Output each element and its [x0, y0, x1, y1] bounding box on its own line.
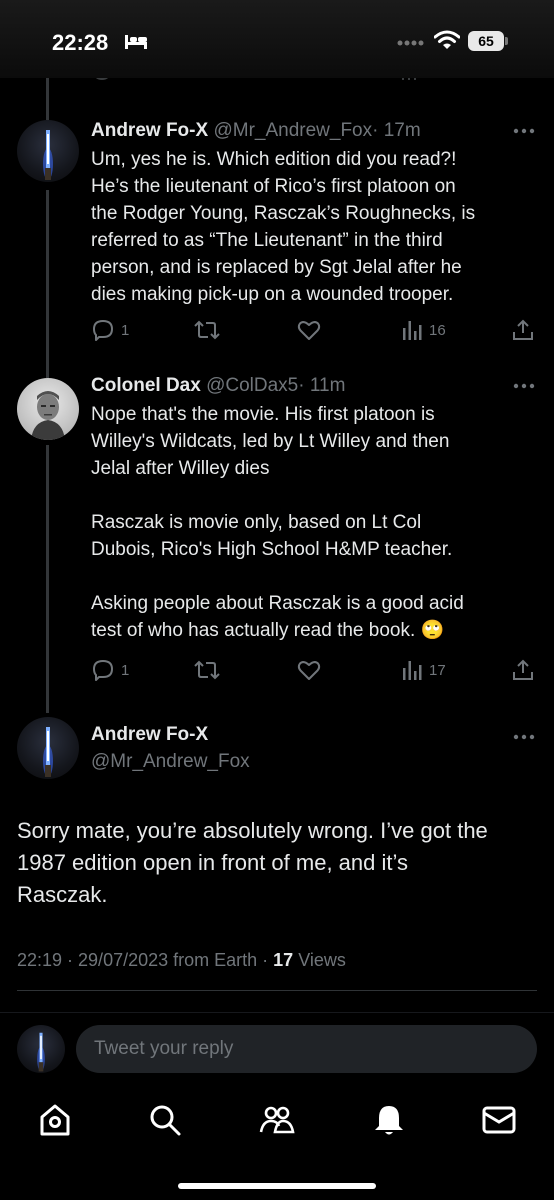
- tweet-header: Colonel Dax @ColDax5· 11m: [91, 375, 345, 397]
- tweet-line: Asking people about Rasczak is a good ac…: [91, 593, 464, 614]
- views-button[interactable]: 16: [401, 317, 446, 343]
- more-icon[interactable]: [513, 383, 535, 389]
- tweet-line: dies making pick-up on a wounded trooper…: [91, 284, 454, 305]
- tweet-actions: 1 17: [91, 657, 541, 683]
- notifications-icon[interactable]: [371, 1102, 407, 1138]
- communities-icon[interactable]: [259, 1102, 295, 1138]
- tweet-paragraph: Asking people about Rasczak is a good ac…: [91, 590, 531, 644]
- tweet-paragraph: Nope that's the movie. His first platoon…: [91, 401, 531, 482]
- tweet-line: Sorry mate, you’re absolutely wrong. I’v…: [17, 818, 488, 843]
- tweet-time: · 17m: [372, 120, 421, 141]
- thread-connector: [46, 190, 49, 378]
- username[interactable]: @Mr_Andrew_Fox: [91, 751, 250, 773]
- avatar[interactable]: [17, 717, 79, 779]
- tweet-line: He’s the lieutenant of Rico’s first plat…: [91, 176, 456, 197]
- views-icon: [403, 661, 422, 680]
- display-name[interactable]: Andrew Fo-X: [91, 120, 208, 141]
- more-icon[interactable]: [513, 128, 535, 134]
- tweet-actions: 1 16: [91, 317, 541, 343]
- reply-button[interactable]: 1: [91, 317, 129, 343]
- status-bar: 22:28 65: [0, 0, 554, 78]
- tweet-line: the Rodger Young, Rasczak’s Roughnecks, …: [91, 203, 476, 224]
- tweet-line: Jelal after Willey dies: [91, 458, 270, 479]
- views-button[interactable]: 17: [401, 657, 446, 683]
- tweet-line: Rasczak is movie only, based on Lt Col: [91, 512, 422, 533]
- views-label: Views: [293, 950, 346, 970]
- battery-level: 65: [478, 33, 494, 49]
- avatar-image: [43, 727, 53, 777]
- views-count[interactable]: 17: [273, 950, 293, 970]
- tweet-text: Sorry mate, you’re absolutely wrong. I’v…: [17, 815, 537, 911]
- reply-count: 1: [121, 321, 130, 339]
- search-icon[interactable]: [147, 1102, 183, 1138]
- tweet-header: Andrew Fo-X @Mr_Andrew_Fox· 17m: [91, 120, 421, 142]
- sleep-focus-icon: [125, 35, 147, 49]
- thread-connector: [46, 445, 49, 713]
- reply-button[interactable]: 1: [91, 657, 129, 683]
- battery-indicator: 65: [468, 31, 508, 51]
- home-indicator[interactable]: [178, 1183, 376, 1189]
- reply-input[interactable]: Tweet your reply: [76, 1025, 537, 1073]
- divider: [17, 990, 537, 991]
- display-name[interactable]: Colonel Dax: [91, 375, 201, 396]
- more-icon[interactable]: [513, 734, 535, 740]
- share-icon: [513, 659, 533, 680]
- retweet-icon: [194, 320, 220, 340]
- tweet-metadata: 22:19 · 29/07/2023 from Earth · 17 Views: [17, 950, 346, 971]
- avatar[interactable]: [17, 378, 79, 440]
- cellular-icon: [397, 40, 424, 46]
- tweet-time: · 11m: [298, 375, 346, 396]
- like-button[interactable]: [297, 657, 321, 683]
- tweet-line: 1987 edition open in front of me, and it…: [17, 850, 408, 875]
- avatar-image: [37, 1032, 45, 1072]
- reply-count: 1: [121, 661, 130, 679]
- views-icon: [403, 321, 422, 340]
- wifi-icon: [434, 30, 460, 49]
- retweet-button[interactable]: [194, 657, 220, 683]
- avatar-image: [31, 391, 65, 440]
- tweet-paragraph: Rasczak is movie only, based on Lt Col D…: [91, 509, 531, 563]
- avatar[interactable]: [17, 120, 79, 182]
- reply-icon: [93, 660, 113, 681]
- share-button[interactable]: [511, 317, 535, 343]
- tweet-line: Willey's Wildcats, led by Lt Willey and …: [91, 431, 450, 452]
- display-name[interactable]: Andrew Fo-X: [91, 724, 208, 746]
- views-count: 17: [429, 661, 446, 679]
- tweet-line: person, and is replaced by Sgt Jelal aft…: [91, 257, 462, 278]
- heart-icon: [297, 321, 321, 340]
- tweet-line: Rasczak.: [17, 882, 108, 907]
- tweet-timestamp: 22:19 · 29/07/2023 from Earth ·: [17, 950, 274, 970]
- username[interactable]: @Mr_Andrew_Fox: [213, 120, 372, 141]
- tweet-line: referred to as “The Lieutenant” in the t…: [91, 230, 443, 251]
- tweet-line: Um, yes he is. Which edition did you rea…: [91, 149, 457, 170]
- reply-bar: Tweet your reply: [0, 1012, 554, 1088]
- tweet-line: test of who has actually read the book. …: [91, 620, 445, 641]
- tweet-text: Nope that's the movie. His first platoon…: [91, 401, 531, 644]
- tweet-line: Nope that's the movie. His first platoon…: [91, 404, 435, 425]
- messages-icon[interactable]: [481, 1102, 517, 1138]
- thread-connector: [46, 78, 49, 120]
- retweet-icon: [194, 660, 220, 680]
- tweet-line: Dubois, Rico's High School H&MP teacher.: [91, 539, 453, 560]
- reply-icon: [93, 320, 113, 341]
- views-count: 16: [429, 321, 446, 339]
- share-icon: [513, 319, 533, 340]
- tweet-text: Um, yes he is. Which edition did you rea…: [91, 146, 531, 308]
- like-button[interactable]: [297, 317, 321, 343]
- my-avatar: [17, 1025, 65, 1073]
- share-button[interactable]: [511, 657, 535, 683]
- home-icon[interactable]: [37, 1102, 73, 1138]
- username[interactable]: @ColDax5: [206, 375, 298, 396]
- heart-icon: [297, 661, 321, 680]
- status-time: 22:28: [52, 30, 109, 55]
- avatar-image: [43, 130, 53, 180]
- retweet-button[interactable]: [194, 317, 220, 343]
